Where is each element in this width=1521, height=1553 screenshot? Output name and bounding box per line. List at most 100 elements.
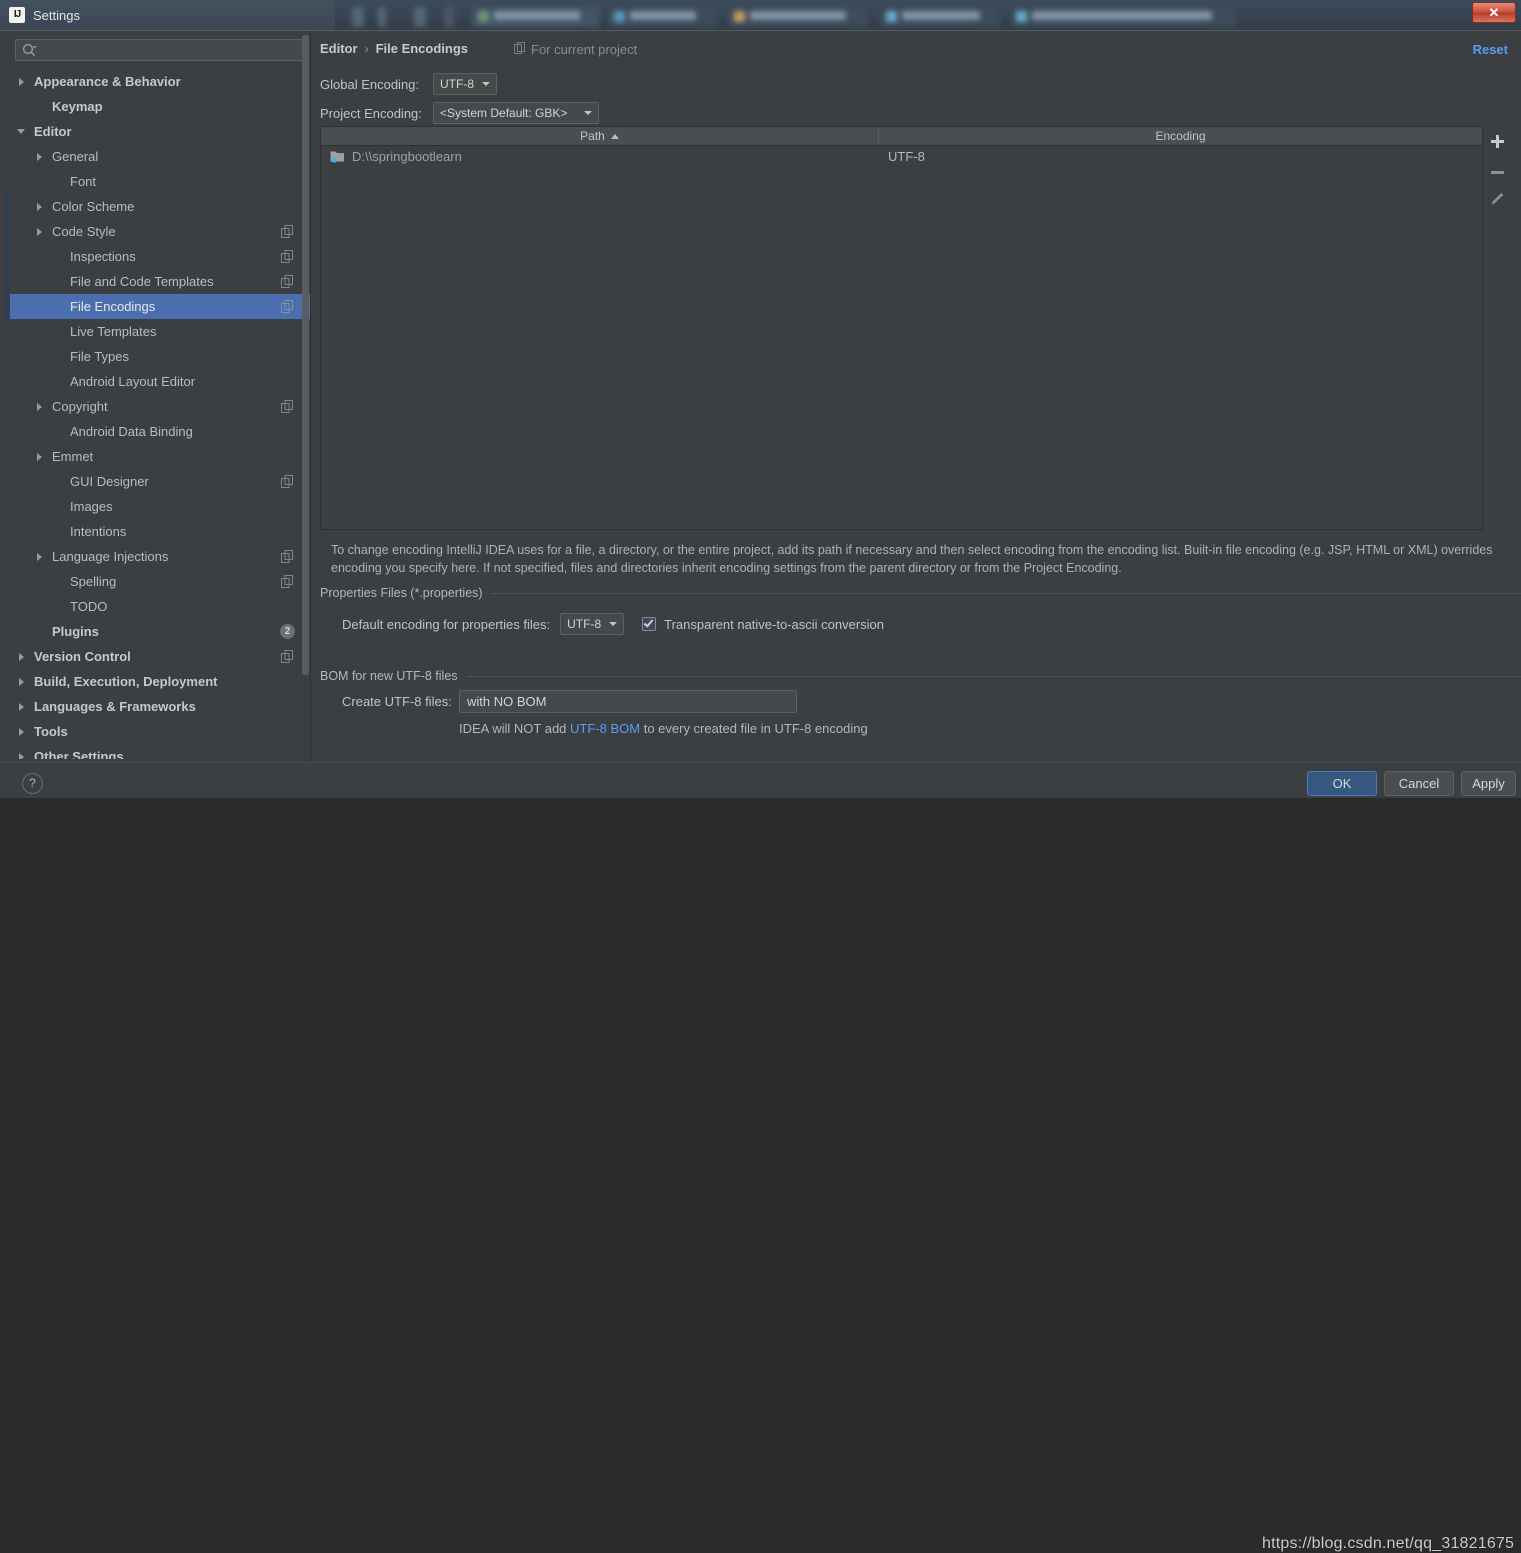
sidebar-item-tools[interactable]: Tools <box>10 719 311 744</box>
chevron-right-icon[interactable] <box>32 152 46 161</box>
sidebar-item-font[interactable]: Font <box>10 169 311 194</box>
sidebar-item-version-control[interactable]: Version Control <box>10 644 311 669</box>
remove-path-button[interactable] <box>1484 159 1510 185</box>
copy-settings-icon <box>281 400 295 413</box>
transparent-native-to-ascii-checkbox[interactable] <box>642 617 657 631</box>
edit-path-button[interactable] <box>1484 186 1510 212</box>
sidebar-item-label: Plugins <box>52 624 99 639</box>
utf8-bom-link[interactable]: UTF-8 BOM <box>570 721 640 736</box>
chevron-right-icon[interactable] <box>32 227 46 236</box>
sidebar-item-color-scheme[interactable]: Color Scheme <box>10 194 311 219</box>
sidebar-item-todo[interactable]: TODO <box>10 594 311 619</box>
chevron-right-icon[interactable] <box>32 452 46 461</box>
for-current-project-text: For current project <box>531 42 638 57</box>
add-path-button[interactable] <box>1484 128 1510 154</box>
table-cell-encoding[interactable]: UTF-8 <box>879 149 1482 164</box>
chevron-right-icon[interactable] <box>32 202 46 211</box>
sidebar-item-plugins[interactable]: Plugins 2 <box>10 619 311 644</box>
settings-tree[interactable]: Appearance & Behavior Keymap Editor General… <box>10 69 311 759</box>
sidebar-item-editor[interactable]: Editor <box>10 119 311 144</box>
sidebar-item-android-layout-editor[interactable]: Android Layout Editor <box>10 369 311 394</box>
settings-dialog: IJ Settings ✕ Appearance & Behavior Keyma… <box>0 0 1521 1552</box>
sidebar-item-label: File and Code Templates <box>70 274 214 289</box>
sidebar-item-intentions[interactable]: Intentions <box>10 519 311 544</box>
sidebar-item-label: Android Data Binding <box>70 424 193 439</box>
copy-settings-icon <box>514 42 526 57</box>
chevron-right-icon[interactable] <box>14 727 28 736</box>
chevron-right-icon[interactable] <box>32 552 46 561</box>
sidebar-item-spelling[interactable]: Spelling <box>10 569 311 594</box>
sidebar-item-general[interactable]: General <box>10 144 311 169</box>
folder-icon <box>330 150 345 163</box>
sidebar-item-label: TODO <box>70 599 108 614</box>
sidebar-item-label: Editor <box>34 124 72 139</box>
chevron-right-icon[interactable] <box>14 652 28 661</box>
sidebar-scrollbar-thumb[interactable] <box>302 35 309 675</box>
sidebar-accent-strip <box>5 191 9 321</box>
chevron-down-icon[interactable] <box>14 129 28 134</box>
dialog-footer: ? OK Cancel Apply https://blog.csdn.net/… <box>0 762 1521 1552</box>
ok-button[interactable]: OK <box>1307 771 1377 796</box>
chevron-right-icon[interactable] <box>32 402 46 411</box>
sidebar-item-label: Other Settings <box>34 749 124 759</box>
search-field-wrapper <box>15 39 306 61</box>
copy-settings-icon <box>281 225 295 238</box>
sidebar-item-label: Tools <box>34 724 68 739</box>
chevron-right-icon[interactable] <box>14 752 28 759</box>
breadcrumb-parent[interactable]: Editor <box>320 41 358 56</box>
sidebar-item-label: Images <box>70 499 113 514</box>
bom-section-divider <box>320 676 1521 677</box>
properties-section-title: Properties Files (*.properties) <box>320 586 491 600</box>
sidebar-item-emmet[interactable]: Emmet <box>10 444 311 469</box>
sidebar-scrollbar[interactable] <box>302 35 309 703</box>
sidebar-item-images[interactable]: Images <box>10 494 311 519</box>
sidebar-item-label: Font <box>70 174 97 189</box>
search-input[interactable] <box>15 39 306 61</box>
sidebar-item-build-execution-deployment[interactable]: Build, Execution, Deployment <box>10 669 311 694</box>
default-properties-encoding-combo[interactable]: UTF-8 <box>560 613 625 635</box>
close-icon[interactable]: ✕ <box>1472 2 1516 23</box>
breadcrumb-current: File Encodings <box>375 41 469 56</box>
sidebar-item-inspections[interactable]: Inspections <box>10 244 311 269</box>
encodings-table: Path Encoding D:\\springbootlearn UTF-8 <box>320 126 1483 530</box>
sidebar-item-live-templates[interactable]: Live Templates <box>10 319 311 344</box>
sidebar-item-android-data-binding[interactable]: Android Data Binding <box>10 419 311 444</box>
sidebar-item-file-and-code-templates[interactable]: File and Code Templates <box>10 269 311 294</box>
create-utf8-files-combo[interactable]: with NO BOM <box>459 690 797 713</box>
sidebar-item-languages-frameworks[interactable]: Languages & Frameworks <box>10 694 311 719</box>
sidebar-item-copyright[interactable]: Copyright <box>10 394 311 419</box>
table-row[interactable]: D:\\springbootlearn UTF-8 <box>321 146 1482 167</box>
global-encoding-row: Global Encoding: UTF-8 <box>320 73 497 95</box>
global-encoding-combo[interactable]: UTF-8 <box>433 73 497 95</box>
column-header-path[interactable]: Path <box>321 127 879 145</box>
chevron-right-icon[interactable] <box>14 77 28 86</box>
copy-settings-icon <box>281 475 295 488</box>
project-encoding-combo[interactable]: <System Default: GBK> <box>433 102 599 124</box>
sidebar-item-keymap[interactable]: Keymap <box>10 94 311 119</box>
sidebar-item-code-style[interactable]: Code Style <box>10 219 311 244</box>
sidebar-item-label: File Encodings <box>70 299 156 314</box>
sidebar-item-other-settings[interactable]: Other Settings <box>10 744 311 759</box>
sidebar-item-gui-designer[interactable]: GUI Designer <box>10 469 311 494</box>
table-body[interactable]: D:\\springbootlearn UTF-8 <box>321 146 1482 529</box>
sidebar-item-file-encodings[interactable]: File Encodings <box>10 294 311 319</box>
sidebar-item-label: Inspections <box>70 249 136 264</box>
chevron-right-icon[interactable] <box>14 677 28 686</box>
chevron-right-icon[interactable] <box>14 702 28 711</box>
help-button[interactable]: ? <box>22 773 43 794</box>
pencil-icon <box>1491 193 1503 205</box>
settings-sidebar: Appearance & Behavior Keymap Editor General… <box>5 31 311 763</box>
sidebar-item-label: Spelling <box>70 574 117 589</box>
sidebar-item-language-injections[interactable]: Language Injections <box>10 544 311 569</box>
sidebar-item-label: Languages & Frameworks <box>34 699 196 714</box>
dialog-body: Appearance & Behavior Keymap Editor General… <box>0 30 1521 763</box>
sidebar-item-file-types[interactable]: File Types <box>10 344 311 369</box>
column-header-encoding[interactable]: Encoding <box>879 127 1482 145</box>
cancel-button[interactable]: Cancel <box>1384 771 1454 796</box>
project-encoding-value: <System Default: GBK> <box>440 106 568 120</box>
sidebar-item-appearance-behavior[interactable]: Appearance & Behavior <box>10 69 311 94</box>
apply-button[interactable]: Apply <box>1461 771 1516 796</box>
reset-link[interactable]: Reset <box>1473 42 1508 57</box>
default-properties-encoding-label: Default encoding for properties files: <box>342 616 551 632</box>
create-utf8-files-value: with NO BOM <box>467 694 547 709</box>
